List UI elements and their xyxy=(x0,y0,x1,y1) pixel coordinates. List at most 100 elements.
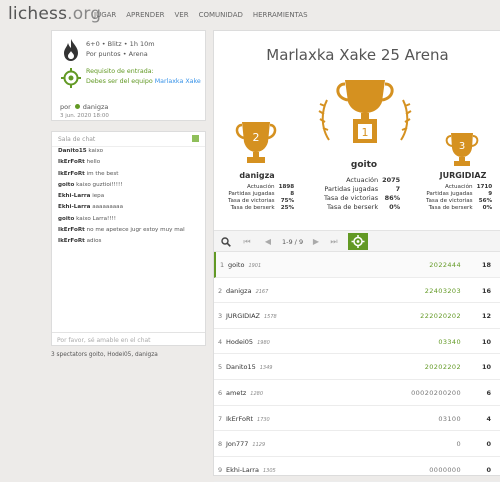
start-date: 3 jun. 2020 18:00 xyxy=(60,113,109,119)
target-icon xyxy=(351,235,365,248)
team-link[interactable]: Marlaxka Xake xyxy=(155,78,201,85)
player-stats: Actuación 1898 Partidas jugadas 8 Tasa de … xyxy=(228,184,295,211)
score-sheet: 0 xyxy=(456,440,461,449)
nav-item-comunidad[interactable]: COMUNIDAD xyxy=(199,11,243,19)
player-name[interactable]: IkErFoRt 1730 xyxy=(226,415,270,423)
trophy-gold-icon: 1 xyxy=(318,80,412,143)
chat-header: Sala de chat xyxy=(58,136,96,143)
total-score: 12 xyxy=(481,312,491,321)
created-by: por danigza xyxy=(60,103,109,111)
score-sheet: 03100 xyxy=(438,414,461,423)
search-icon[interactable] xyxy=(219,235,233,249)
nav-item-aprender[interactable]: APRENDER xyxy=(126,11,164,19)
chat-toggle-checkbox[interactable] xyxy=(192,135,199,142)
place-number: 2 xyxy=(253,131,260,144)
rank: 6 xyxy=(218,388,223,397)
table-row[interactable]: 6 ametz 1280 00020200200 6 xyxy=(214,380,500,406)
chat-messages: Danito15 kaixo IkErFoRt hello IkErFoRt i… xyxy=(58,148,185,250)
player-name[interactable]: Danito15 1349 xyxy=(226,363,272,371)
player-rating: 1349 xyxy=(259,365,273,372)
player-name[interactable]: Hodei05 1980 xyxy=(226,338,270,346)
score-sheet: 00020200200 xyxy=(411,388,461,397)
nav-item-ver[interactable]: VER xyxy=(174,11,188,19)
total-score: 6 xyxy=(486,388,491,397)
nav-item-jugar[interactable]: JUGAR xyxy=(94,11,116,19)
score-sheet: 03340 xyxy=(438,337,461,346)
player-name[interactable]: Jon777 1129 xyxy=(226,440,265,448)
player-name[interactable]: ametz 1280 xyxy=(226,389,263,397)
chat-message: goito kaixo Larra!!!! xyxy=(58,215,116,222)
table-row[interactable]: 4 Hodei05 1980 03340 10 xyxy=(214,329,500,355)
time-control: 6+0 • Blitz • 1h 10m xyxy=(86,40,155,48)
score-sheet: 2022444 xyxy=(429,261,461,269)
player-rating: 1578 xyxy=(263,314,277,321)
chat-message: IkErFoRt adios xyxy=(58,238,102,245)
player-name[interactable]: JURGIDIAZ 1578 xyxy=(226,312,277,320)
player-rating: 2167 xyxy=(255,288,269,295)
entry-requirement-title: Requisito de entrada: xyxy=(86,68,154,75)
chat-message: Ekhi-Larra iepa xyxy=(58,193,105,200)
player-rating: 1730 xyxy=(257,416,270,423)
rank: 7 xyxy=(218,414,223,423)
table-row[interactable]: 5 Danito15 1349 20202202 10 xyxy=(214,354,500,380)
chat-room: Sala de chat Danito15 kaixo IkErFoRt hel… xyxy=(51,131,206,346)
rank: 5 xyxy=(218,363,223,372)
nav-item-herramientas[interactable]: HERRAMIENTAS xyxy=(253,11,308,19)
score-sheet: 22403203 xyxy=(424,286,461,295)
rank: 9 xyxy=(218,465,223,474)
score-sheet: 222020202 xyxy=(420,312,461,321)
trophy-silver-icon: 2 xyxy=(235,122,277,163)
player-name[interactable]: Ekhi-Larra 1305 xyxy=(226,466,276,474)
player-rating: 1305 xyxy=(262,467,276,474)
divider xyxy=(52,146,205,147)
table-row[interactable]: 8 Jon777 1129 0 0 xyxy=(214,431,500,457)
player-rating: 1980 xyxy=(257,339,270,346)
table-row[interactable]: 1 goito 1901 2022444 18 xyxy=(214,252,500,278)
table-row[interactable]: 2 danigza 2167 22403203 16 xyxy=(214,278,500,304)
score-sheet: 20202202 xyxy=(424,363,461,372)
first-page-icon[interactable]: ⏮ xyxy=(240,235,254,249)
rank: 4 xyxy=(218,337,223,346)
player-name[interactable]: danigza 2167 xyxy=(226,287,268,295)
total-score: 0 xyxy=(486,440,491,449)
total-score: 10 xyxy=(481,363,491,372)
podium: 2 danigza Actuación 1898 Partidas jugadas… xyxy=(214,76,500,256)
standings-pager: ⏮ ◀ 1-9 / 9 ▶ ⏭ xyxy=(214,230,500,252)
find-me-button[interactable] xyxy=(348,233,368,250)
tournament-main: Marlaxka Xake 25 Arena 2 danigza Actuaci… xyxy=(213,30,500,482)
player-stats: Actuación 2075 Partidas jugadas 7 Tasa de … xyxy=(324,176,401,211)
rank: 8 xyxy=(218,440,223,449)
rank: 3 xyxy=(218,312,223,321)
total-score: 10 xyxy=(481,337,491,346)
main-menu: JUGAR APRENDER VER COMUNIDAD HERRAMIENTA… xyxy=(94,11,318,19)
previous-page-icon[interactable]: ◀ xyxy=(261,235,275,249)
player-name[interactable]: goito 1901 xyxy=(228,261,261,269)
total-score: 0 xyxy=(486,465,491,474)
chat-message: goito kaixo guztioi!!!!! xyxy=(58,181,123,188)
player-rating: 1901 xyxy=(248,263,262,269)
page-title: Marlaxka Xake 25 Arena xyxy=(266,46,449,64)
table-row[interactable]: 7 IkErFoRt 1730 03100 4 xyxy=(214,406,500,432)
table-row[interactable]: 3 JURGIDIAZ 1578 222020202 12 xyxy=(214,303,500,329)
podium-player-link[interactable]: danigza xyxy=(224,171,290,180)
tournament-format: Por puntos • Arena xyxy=(86,50,148,58)
next-page-icon[interactable]: ▶ xyxy=(309,235,323,249)
chat-input[interactable]: Por favor, sé amable en el chat xyxy=(52,332,205,347)
place-number: 3 xyxy=(459,141,465,152)
standings-table: 1 goito 1901 2022444 18 2 danigza 2167 22403203 1… xyxy=(214,252,500,482)
creator-link[interactable]: danigza xyxy=(83,103,109,111)
blitz-flame-icon xyxy=(64,39,78,61)
table-row[interactable]: 9 Ekhi-Larra 1305 0000000 0 xyxy=(214,457,500,482)
rank: 2 xyxy=(218,286,223,295)
total-score: 4 xyxy=(486,414,491,423)
spectators-list: 3 spectators goito, Hodei05, danigza xyxy=(51,352,158,358)
online-dot-icon xyxy=(74,104,80,109)
podium-player-link[interactable]: goito xyxy=(324,160,404,170)
last-page-icon[interactable]: ⏭ xyxy=(327,235,341,249)
target-icon xyxy=(61,68,81,88)
chat-message: IkErFoRt no me apetece jugr estoy muy ma… xyxy=(58,227,185,234)
site-logo[interactable]: lichess.org xyxy=(8,4,101,24)
podium-player-link[interactable]: JURGIDIAZ xyxy=(428,171,498,180)
total-score: 18 xyxy=(481,261,491,269)
chat-message: Danito15 kaixo xyxy=(58,148,104,154)
